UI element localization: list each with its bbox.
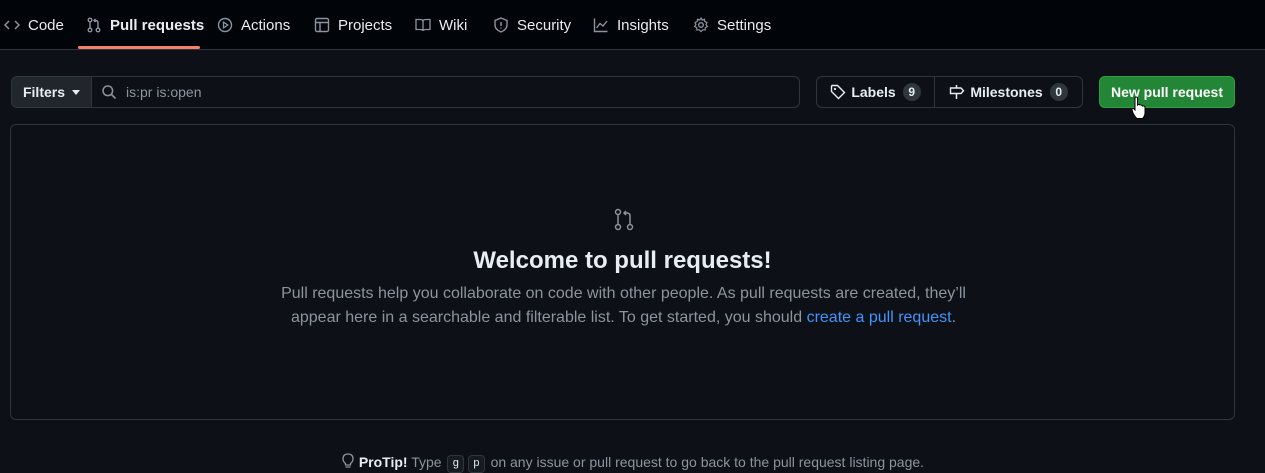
tag-icon [831,84,846,100]
tab-code-label: Code [28,16,64,34]
new-pull-request-label: New pull request [1110,84,1224,100]
protip-prefix: Type [411,454,442,470]
light-bulb-icon [342,453,354,468]
git-pull-request-icon [614,208,634,231]
graph-icon [593,18,608,33]
tab-pull-requests-label: Pull requests [110,16,205,34]
search-icon [102,85,117,100]
shield-icon [494,17,508,33]
hand-cursor-icon [1131,96,1146,119]
labels-label: Labels [851,84,896,100]
tab-wiki-label: Wiki [439,16,468,34]
play-icon [217,17,233,33]
create-pull-request-link[interactable]: create a pull request [807,309,952,326]
tab-security-label: Security [517,16,572,34]
milestones-button[interactable]: Milestones 0 [935,77,1082,107]
caret-down-icon [72,89,80,95]
filters-label: Filters [22,84,65,100]
tab-settings[interactable]: Settings [693,0,771,50]
search-field[interactable] [91,76,800,108]
milestone-icon [950,85,965,99]
git-pull-request-icon [87,17,101,33]
blankslate-title: Welcome to pull requests! [473,247,772,274]
tab-actions[interactable]: Actions [217,0,290,50]
gear-icon [693,17,709,33]
protip: ProTip! Type gp on any issue or pull req… [0,453,1265,473]
tab-pull-requests[interactable]: Pull requests [86,0,204,50]
blankslate: Welcome to pull requests! Pull requests … [10,124,1235,420]
shortcut-key-p: p [468,455,485,473]
repo-nav: Code Pull requests Actions Projects Wiki… [0,0,1265,50]
table-icon [314,17,330,33]
new-pull-request-button[interactable]: New pull request [1099,76,1235,108]
labels-count: 9 [902,83,921,101]
search-input[interactable] [126,84,766,100]
labels-milestones-group: Labels 9 Milestones 0 [816,76,1083,108]
code-icon [4,20,20,30]
tab-settings-label: Settings [717,16,772,34]
tab-insights[interactable]: Insights [593,0,669,50]
milestones-label: Milestones [970,84,1043,100]
tab-projects-label: Projects [338,16,393,34]
tab-projects[interactable]: Projects [314,0,392,50]
tab-code[interactable]: Code [4,0,64,50]
active-tab-indicator [78,46,200,49]
description-line-1: Pull requests help you collaborate on co… [281,285,966,302]
tab-security[interactable]: Security [493,0,571,50]
book-icon [415,18,431,32]
protip-label: ProTip! [358,454,408,470]
shortcut-key-g: g [447,455,465,473]
blankslate-description: Pull requests help you collaborate on co… [261,282,986,330]
description-line-2: appear here in a searchable and filterab… [290,309,803,326]
milestones-count: 0 [1049,83,1068,101]
tab-wiki[interactable]: Wiki [415,0,467,50]
filters-button[interactable]: Filters [11,76,91,108]
labels-button[interactable]: Labels 9 [817,77,934,107]
protip-suffix: on any issue or pull request to go back … [490,454,925,470]
tab-actions-label: Actions [241,16,291,34]
tab-insights-label: Insights [617,16,669,34]
description-end: . [951,309,957,326]
